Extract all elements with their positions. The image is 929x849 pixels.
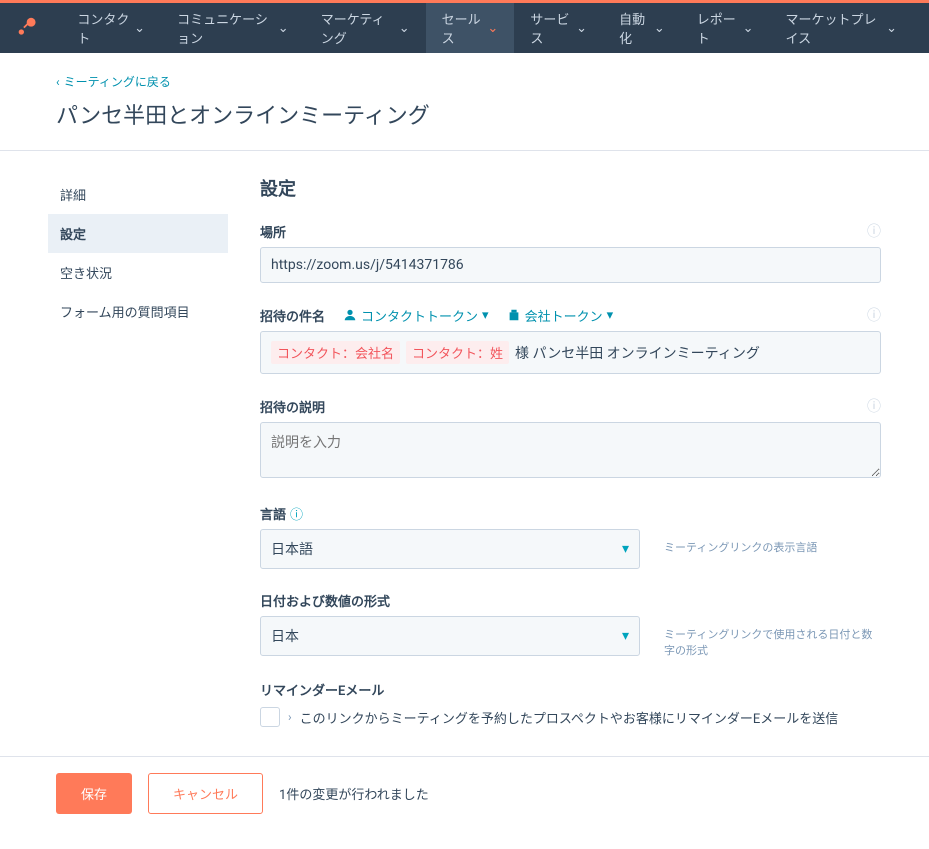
date-format-select[interactable]: 日本 ▾ bbox=[260, 616, 640, 656]
field-date-format: 日付および数値の形式 日本 ▾ ミーティングリンクで使用される日付と数字の形式 bbox=[260, 591, 881, 658]
field-reminder: リマインダーEメール › このリンクからミーティングを予約したプロスペクトやお客… bbox=[260, 680, 881, 727]
date-format-label: 日付および数値の形式 bbox=[260, 591, 390, 610]
nav-sales[interactable]: セールス⌄ bbox=[426, 3, 515, 53]
info-icon[interactable]: ⓘ bbox=[867, 305, 881, 325]
location-input[interactable] bbox=[260, 247, 881, 283]
subject-input[interactable]: コンタクト：会社名 コンタクト：姓 様 パンセ半田 オンラインミーティング bbox=[260, 331, 881, 374]
chevron-down-icon: ⌄ bbox=[278, 21, 289, 36]
chevron-down-icon: ⌄ bbox=[654, 21, 665, 36]
chevron-down-icon: ⌄ bbox=[134, 21, 145, 36]
chevron-down-icon: ⌄ bbox=[743, 21, 754, 36]
subject-text: 様 パンセ半田 オンラインミーティング bbox=[515, 343, 760, 363]
footer: 保存 キャンセル 1件の変更が行われました bbox=[0, 756, 929, 830]
page-header: ‹ ミーティングに戻る パンセ半田とオンラインミーティング bbox=[0, 53, 929, 150]
language-label: 言語 bbox=[260, 504, 286, 523]
nav-marketplace[interactable]: マーケットプレイス⌄ bbox=[770, 3, 914, 53]
top-nav: コンタクト⌄ コミュニケーション⌄ マーケティング⌄ セールス⌄ サービス⌄ 自… bbox=[0, 3, 929, 53]
info-icon[interactable]: ⓘ bbox=[867, 396, 881, 416]
nav-service[interactable]: サービス⌄ bbox=[514, 3, 603, 53]
location-label: 場所 bbox=[260, 222, 286, 241]
description-textarea[interactable] bbox=[260, 422, 881, 478]
logo-icon[interactable] bbox=[16, 16, 37, 40]
info-icon[interactable]: ⓘ bbox=[290, 504, 303, 523]
token-chip-lastname[interactable]: コンタクト：姓 bbox=[406, 341, 509, 364]
nav-marketing[interactable]: マーケティング⌄ bbox=[305, 3, 426, 53]
language-value: 日本語 bbox=[271, 539, 313, 559]
building-icon bbox=[507, 308, 521, 322]
info-icon[interactable]: ⓘ bbox=[867, 221, 881, 241]
cancel-button[interactable]: キャンセル bbox=[148, 773, 263, 814]
sidebar-item-detail[interactable]: 詳細 bbox=[48, 175, 228, 214]
chevron-down-icon: ⌄ bbox=[487, 21, 498, 36]
sidebar: 詳細 設定 空き状況 フォーム用の質問項目 bbox=[48, 175, 228, 749]
reminder-text: このリンクからミーティングを予約したプロスペクトやお客様にリマインダーEメールを… bbox=[300, 708, 839, 727]
token-chip-company[interactable]: コンタクト：会社名 bbox=[271, 341, 400, 364]
save-button[interactable]: 保存 bbox=[56, 773, 132, 814]
sidebar-item-availability[interactable]: 空き状況 bbox=[48, 253, 228, 292]
chevron-right-icon[interactable]: › bbox=[288, 710, 292, 724]
back-link[interactable]: ‹ ミーティングに戻る bbox=[56, 73, 881, 90]
chevron-down-icon: ⌄ bbox=[886, 21, 897, 36]
chevron-down-icon: ⌄ bbox=[576, 21, 587, 36]
company-token-link[interactable]: 会社トークン ▾ bbox=[507, 306, 614, 325]
nav-automation[interactable]: 自動化⌄ bbox=[603, 3, 681, 53]
back-link-label: ミーティングに戻る bbox=[64, 73, 171, 90]
field-subject: 招待の件名 コンタクトトークン ▾ 会社トークン ▾ ⓘ コンタクト：会社名 bbox=[260, 305, 881, 374]
sidebar-item-settings[interactable]: 設定 bbox=[48, 214, 228, 253]
field-description: 招待の説明 ⓘ bbox=[260, 396, 881, 482]
language-help: ミーティングリンクの表示言語 bbox=[664, 529, 881, 555]
page-title: パンセ半田とオンラインミーティング bbox=[56, 98, 881, 130]
date-format-help: ミーティングリンクで使用される日付と数字の形式 bbox=[664, 616, 881, 658]
chevron-down-icon: ▾ bbox=[482, 308, 489, 323]
nav-contacts[interactable]: コンタクト⌄ bbox=[61, 3, 161, 53]
description-label: 招待の説明 bbox=[260, 397, 325, 416]
sidebar-item-form-questions[interactable]: フォーム用の質問項目 bbox=[48, 292, 228, 331]
reminder-label: リマインダーEメール bbox=[260, 684, 384, 699]
caret-down-icon: ▾ bbox=[622, 628, 629, 644]
person-icon bbox=[343, 308, 357, 322]
language-select[interactable]: 日本語 ▾ bbox=[260, 529, 640, 569]
chevron-down-icon: ▾ bbox=[607, 308, 614, 323]
content: 詳細 設定 空き状況 フォーム用の質問項目 設定 場所 ⓘ 招待の件名 コンタク… bbox=[0, 151, 929, 849]
reminder-checkbox[interactable] bbox=[260, 707, 280, 727]
section-title: 設定 bbox=[260, 175, 881, 201]
date-format-value: 日本 bbox=[271, 626, 299, 646]
chevron-left-icon: ‹ bbox=[56, 75, 60, 89]
nav-reports[interactable]: レポート⌄ bbox=[681, 3, 770, 53]
caret-down-icon: ▾ bbox=[622, 541, 629, 557]
subject-label: 招待の件名 bbox=[260, 306, 325, 325]
nav-communication[interactable]: コミュニケーション⌄ bbox=[161, 3, 305, 53]
contact-token-link[interactable]: コンタクトトークン ▾ bbox=[343, 306, 489, 325]
field-language: 言語 ⓘ 日本語 ▾ ミーティングリンクの表示言語 bbox=[260, 504, 881, 569]
nav-items: コンタクト⌄ コミュニケーション⌄ マーケティング⌄ セールス⌄ サービス⌄ 自… bbox=[61, 3, 913, 53]
main: 設定 場所 ⓘ 招待の件名 コンタクトトークン ▾ bbox=[260, 175, 881, 749]
chevron-down-icon: ⌄ bbox=[399, 21, 410, 36]
save-status: 1件の変更が行われました bbox=[279, 784, 429, 803]
field-location: 場所 ⓘ bbox=[260, 221, 881, 283]
